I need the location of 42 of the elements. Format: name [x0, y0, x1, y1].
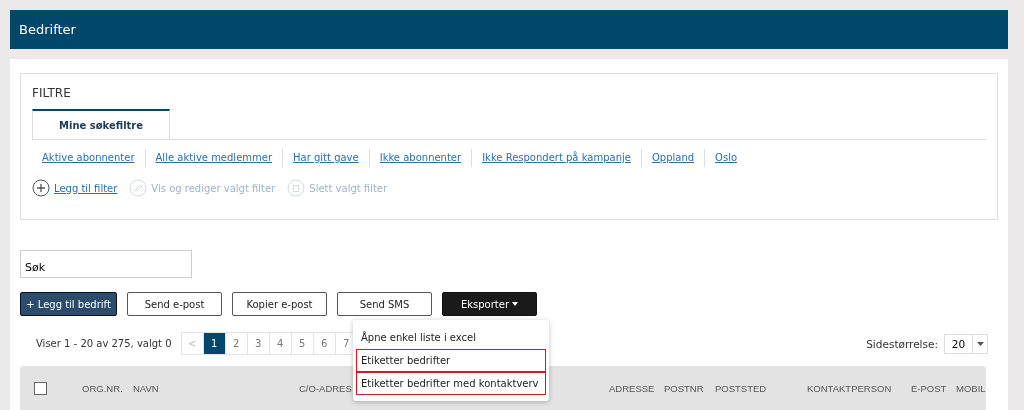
column-header[interactable]: E-POST: [911, 382, 956, 394]
action-button[interactable]: Kopier e-post: [232, 292, 327, 316]
page-button[interactable]: 2: [224, 332, 248, 355]
select-all-checkbox[interactable]: [34, 381, 47, 395]
filter-action-link[interactable]: Legg til filter: [32, 179, 118, 197]
menu-item[interactable]: Etiketter bedrifter: [356, 349, 546, 372]
column-header[interactable]: ADRESSE: [609, 382, 664, 394]
page-button[interactable]: 1: [202, 332, 226, 355]
page-title: Bedrifter: [19, 22, 76, 37]
menu-item[interactable]: Etiketter bedrifter med kontaktverv: [356, 372, 546, 395]
action-button[interactable]: + Legg til bedrift: [20, 292, 117, 316]
saved-filter-link[interactable]: Alle aktive medlemmer: [145, 149, 283, 167]
filter-title: FILTRE: [32, 86, 72, 100]
column-header[interactable]: POSTNR: [664, 382, 715, 394]
saved-filter-link[interactable]: Oppland: [641, 149, 705, 167]
result-summary: Viser 1 - 20 av 275, valgt 0: [36, 338, 172, 349]
column-header[interactable]: NAVN: [133, 382, 299, 394]
column-header[interactable]: MOBIL: [956, 382, 1016, 394]
plus-circle-icon: [32, 179, 50, 197]
search-field[interactable]: Søk: [20, 250, 192, 278]
saved-filter-link[interactable]: Ikke abonnenter: [369, 149, 472, 167]
caret-icon: [976, 341, 984, 346]
saved-filter-link[interactable]: Har gitt gave: [283, 149, 369, 167]
column-header[interactable]: ORG.NR.: [82, 382, 133, 394]
saved-filter-link[interactable]: Oslo: [705, 149, 748, 167]
page-button[interactable]: 3: [246, 332, 270, 355]
page-size-select[interactable]: 20: [944, 333, 988, 354]
caret-icon: [512, 302, 519, 306]
page-button[interactable]: 6: [312, 332, 336, 355]
menu-item[interactable]: Åpne enkel liste i excel: [356, 326, 546, 349]
page-button[interactable]: 4: [268, 332, 292, 355]
action-button[interactable]: Send SMS: [337, 292, 432, 316]
action-button[interactable]: Send e-post: [127, 292, 222, 316]
saved-filter-link[interactable]: Ikke Respondert på kampanje: [472, 149, 641, 167]
column-header[interactable]: POSTSTED: [715, 382, 807, 394]
column-header[interactable]: KONTAKTPERSON: [807, 382, 911, 394]
page-size-label: Sidestørrelse:: [866, 337, 938, 350]
export-button[interactable]: Eksporter: [442, 292, 537, 316]
saved-filter-link[interactable]: Aktive abonnenter: [32, 149, 145, 167]
page-button[interactable]: 5: [290, 332, 314, 355]
filter-tab[interactable]: Mine søkefiltre: [32, 109, 171, 139]
pencil-icon: [129, 179, 148, 197]
